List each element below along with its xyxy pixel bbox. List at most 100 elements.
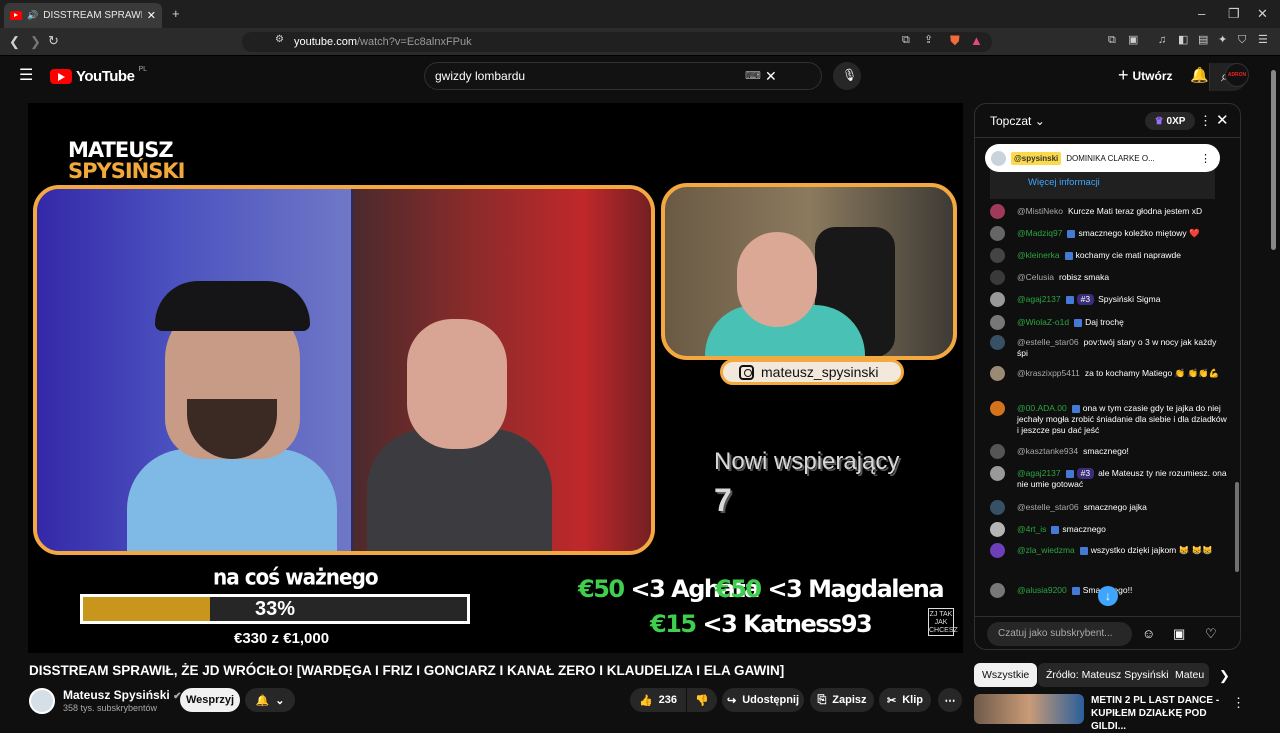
chat-close-icon[interactable]: ✕ (1216, 113, 1229, 128)
chat-avatar[interactable] (990, 366, 1005, 381)
new-tab-icon[interactable]: + (172, 7, 180, 20)
share-button[interactable]: ↪ Udostępnij (722, 688, 804, 712)
recommendation-more-icon[interactable]: ⋮ (1232, 696, 1245, 709)
chat-scroll-thumb[interactable] (1235, 482, 1239, 572)
chat-input[interactable]: Czatuj jako subskrybent... (987, 622, 1132, 646)
minimize-icon[interactable]: – (1198, 7, 1205, 20)
chat-more-icon[interactable]: ⋮ (1199, 114, 1212, 127)
tab-close-icon[interactable]: ✕ (147, 9, 156, 22)
tab-title: DISSTREAM SPRAWIŁ, ŻE JD W (43, 10, 142, 21)
chat-text: kochamy cie mati naprawde (1075, 250, 1182, 260)
chat-avatar[interactable] (990, 583, 1005, 598)
vpn-icon[interactable]: ⛉ (1238, 35, 1246, 46)
chip-more[interactable]: Mateu (1169, 663, 1209, 687)
wallet-icon[interactable]: ▤ (1198, 35, 1208, 46)
browser-menu-icon[interactable]: ☰ (1258, 35, 1268, 46)
chat-avatar[interactable] (990, 315, 1005, 330)
reload-icon[interactable]: ↻ (48, 34, 59, 47)
notification-bell-button[interactable]: 🔔 ⌄ (245, 688, 295, 712)
chat-author[interactable]: @MistiNeko (1017, 206, 1063, 216)
recommendation-title[interactable]: METIN 2 PL LAST DANCE - KUPIŁEM DZIAŁKĘ … (1091, 694, 1226, 733)
hamburger-menu-icon[interactable]: ☰ (19, 68, 33, 84)
chat-avatar[interactable] (990, 466, 1005, 481)
close-window-icon[interactable]: ✕ (1257, 7, 1268, 20)
chat-author[interactable]: @estelle_star06 (1017, 337, 1079, 347)
voice-search-button[interactable]: 🎙 (833, 62, 861, 90)
chat-author[interactable]: @agaj2137 (1017, 294, 1061, 304)
leo-ai-icon[interactable]: ✦ (1218, 35, 1227, 46)
chat-avatar[interactable] (990, 543, 1005, 558)
like-button[interactable]: 👍 236 (630, 688, 686, 712)
search-input[interactable]: gwizdy lombardu ⌨ ✕ ⌕ (424, 62, 1247, 91)
url-bar[interactable]: youtube.com/watch?v=Ec8alnxFPuk (242, 32, 992, 52)
emoji-icon[interactable]: ☺ (1142, 627, 1155, 640)
brave-rewards-icon[interactable]: ▲ (970, 34, 983, 47)
chat-avatar[interactable] (990, 444, 1005, 459)
chat-author[interactable]: @kasztanke934 (1017, 446, 1078, 456)
chip-source[interactable]: Źródło: Mateusz Spysiński (1038, 663, 1177, 687)
chat-author[interactable]: @kleinerka (1017, 250, 1060, 260)
more-actions-button[interactable]: ⋯ (938, 688, 962, 712)
forward-icon[interactable]: ❯ (30, 35, 41, 48)
chat-avatar[interactable] (990, 522, 1005, 537)
chat-author[interactable]: @agaj2137 (1017, 468, 1061, 478)
chat-author[interactable]: @4rt_is (1017, 524, 1046, 534)
chat-avatar[interactable] (990, 401, 1005, 416)
chat-scrollbar[interactable] (1235, 142, 1239, 612)
channel-name[interactable]: Mateusz Spysiński ✔ (63, 688, 181, 702)
browser-tab[interactable]: 🔊 DISSTREAM SPRAWIŁ, ŻE JD W ✕ (4, 3, 162, 28)
chips-next-icon[interactable]: ❯ (1219, 669, 1230, 682)
xp-badge[interactable]: ♛ 0XP (1145, 112, 1195, 130)
keyboard-icon[interactable]: ⌨ (745, 69, 761, 82)
chat-mode-dropdown[interactable]: Topczat ⌄ (990, 114, 1045, 128)
support-button[interactable]: Wesprzyj (180, 688, 240, 712)
media-icon[interactable]: ♫ (1158, 35, 1166, 46)
chat-avatar[interactable] (990, 204, 1005, 219)
pinned-more-icon[interactable]: ⋮ (1200, 152, 1220, 165)
user-avatar[interactable]: ADRON (1225, 63, 1249, 87)
guest-right-face (407, 319, 507, 449)
chat-avatar[interactable] (990, 248, 1005, 263)
chat-avatar[interactable] (990, 500, 1005, 515)
save-button[interactable]: ⎘ Zapisz (810, 688, 874, 712)
super-chat-icon[interactable]: ▣ (1173, 627, 1185, 640)
page-scrollbar[interactable] (1271, 70, 1276, 250)
site-info-icon[interactable]: ⚙ (275, 35, 284, 45)
share-page-icon[interactable]: ⇪ (924, 35, 933, 46)
youtube-logo[interactable]: YouTube PL (50, 66, 147, 85)
chat-author[interactable]: @alusia9200 (1017, 585, 1067, 595)
chat-author[interactable]: @Celusia (1017, 272, 1054, 282)
chat-text: Spysiński Sigma (1098, 294, 1161, 304)
dislike-button[interactable]: 👎 (687, 688, 717, 712)
back-icon[interactable]: ❮ (9, 35, 20, 48)
open-external-icon[interactable]: ⧉ (902, 35, 910, 46)
chat-author[interactable]: @00.ADA.00 (1017, 403, 1067, 413)
chat-avatar[interactable] (990, 335, 1005, 350)
clip-button[interactable]: ✂ Klip (879, 688, 931, 712)
create-button[interactable]: + Utwórz (1118, 65, 1173, 86)
pinned-message[interactable]: @spysinski DOMINIKA CLARKE O... ⋮ (985, 144, 1220, 172)
notifications-icon[interactable]: 🔔 (1190, 68, 1209, 83)
chat-author[interactable]: @WiolaZ-o1d (1017, 317, 1069, 327)
speaker-icon[interactable]: 🔊 (27, 10, 38, 21)
extensions-icon[interactable]: ⧉ (1108, 35, 1116, 46)
chat-avatar[interactable] (990, 270, 1005, 285)
sidebar-icon[interactable]: ◧ (1178, 35, 1188, 46)
chat-author[interactable]: @estelle_star06 (1017, 502, 1079, 512)
video-player[interactable]: MATEUSZ SPYSIŃSKI mateusz_spysinski Nowi… (28, 103, 963, 653)
clear-search-icon[interactable]: ✕ (765, 68, 777, 85)
channel-avatar[interactable] (29, 688, 55, 714)
chat-avatar[interactable] (990, 226, 1005, 241)
browser-tab-bar: 🔊 DISSTREAM SPRAWIŁ, ŻE JD W ✕ + – ❐ ✕ (0, 0, 1280, 28)
chat-author[interactable]: @kraszixpp5411 (1017, 368, 1080, 378)
heart-icon[interactable]: ♡ (1205, 627, 1217, 640)
chat-avatar[interactable] (990, 292, 1005, 307)
brave-shield-icon[interactable]: ⛊ (950, 34, 960, 47)
chat-author[interactable]: @zla_wiedzma (1017, 545, 1075, 555)
jump-to-bottom-button[interactable]: ↓ (1098, 586, 1118, 606)
chip-all[interactable]: Wszystkie (974, 663, 1038, 687)
screenshot-icon[interactable]: ▣ (1128, 35, 1138, 46)
maximize-icon[interactable]: ❐ (1228, 7, 1240, 20)
chat-author[interactable]: @Madziq97 (1017, 228, 1062, 238)
more-info-link[interactable]: Więcej informacji (990, 169, 1215, 199)
